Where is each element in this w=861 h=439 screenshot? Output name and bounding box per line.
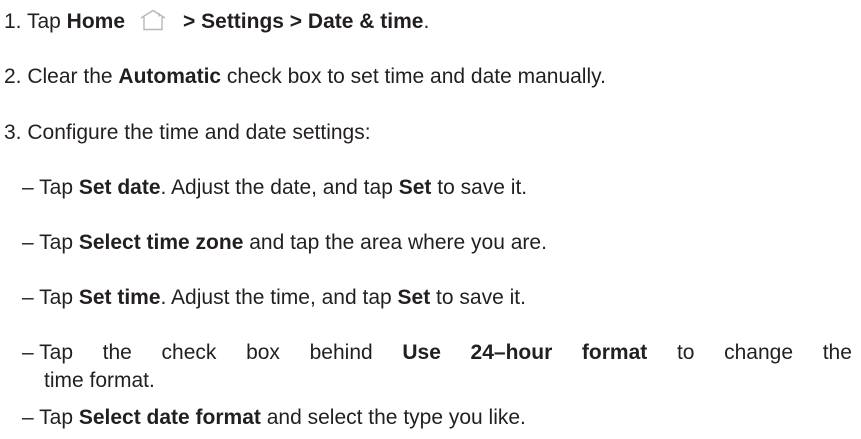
bullet-set-time: – Tap Set time. Adjust the time, and tap… xyxy=(22,285,526,311)
bullet-set-date: – Tap Set date. Adjust the date, and tap… xyxy=(22,175,527,201)
bullet-4-continuation: time format. xyxy=(44,369,155,392)
step-3: 3. Configure the time and date settings: xyxy=(4,121,371,144)
bullet-2-bold-time-zone: Select time zone xyxy=(78,231,244,254)
bullet-4-word: to xyxy=(676,341,695,364)
bullet-3-bold-set: Set xyxy=(397,286,431,309)
bullet-1-bold-set: Set xyxy=(398,176,432,199)
bullet-4-bold-word: Use xyxy=(402,341,441,364)
bullet-4-bold-word: format xyxy=(581,341,648,364)
bullet-2-rest: and tap the area where you are. xyxy=(243,231,547,254)
bullet-3-bold-set-time: Set time xyxy=(78,286,161,309)
bullet-5-prefix: – Tap xyxy=(22,406,79,429)
bullet-3-mid: . Adjust the time, and tap xyxy=(160,286,398,309)
step-1-end: . xyxy=(423,10,430,33)
step-1-prefix: 1. Tap xyxy=(4,10,67,33)
bullet-2-prefix: – Tap xyxy=(22,231,79,254)
step-2: 2. Clear the Automatic check box to set … xyxy=(4,64,606,90)
bullet-1-rest: to save it. xyxy=(431,176,528,199)
bullet-4-word: behind xyxy=(309,341,373,364)
bullet-1-mid: . Adjust the date, and tap xyxy=(160,176,399,199)
bullet-3-prefix: – Tap xyxy=(22,286,79,309)
bullet-4-word: check xyxy=(161,341,217,364)
step-2-rest: check box to set time and date manually. xyxy=(221,65,606,88)
bullet-4-word: the xyxy=(822,341,852,364)
bullet-5-bold-date-format: Select date format xyxy=(78,406,261,429)
bullet-1-bold-set-date: Set date xyxy=(78,176,161,199)
step-1-home-label: Home xyxy=(66,10,126,33)
bullet-4-bold-word: 24–hour xyxy=(470,341,553,364)
bullet-4-word: – Tap xyxy=(22,341,73,364)
bullet-time-zone: – Tap Select time zone and tap the area … xyxy=(22,230,547,256)
bullet-5-rest: and select the type you like. xyxy=(260,406,526,429)
bullet-4-word: change xyxy=(724,341,794,364)
bullet-24-hour-format: – Tap the check box behind Use 24–hour f… xyxy=(22,340,852,366)
home-icon xyxy=(139,9,167,31)
step-2-automatic: Automatic xyxy=(118,65,222,88)
bullet-1-prefix: – Tap xyxy=(22,176,79,199)
bullet-4-word: box xyxy=(246,341,280,364)
bullet-date-format: – Tap Select date format and select the … xyxy=(22,405,526,431)
step-1: 1. Tap Home > Settings > Date & time. xyxy=(4,9,429,35)
bullet-3-rest: to save it. xyxy=(430,286,526,309)
step-1-path: > Settings > Date & time xyxy=(183,10,424,33)
step-2-prefix: 2. Clear the xyxy=(4,65,119,88)
bullet-4-word: the xyxy=(102,341,132,364)
